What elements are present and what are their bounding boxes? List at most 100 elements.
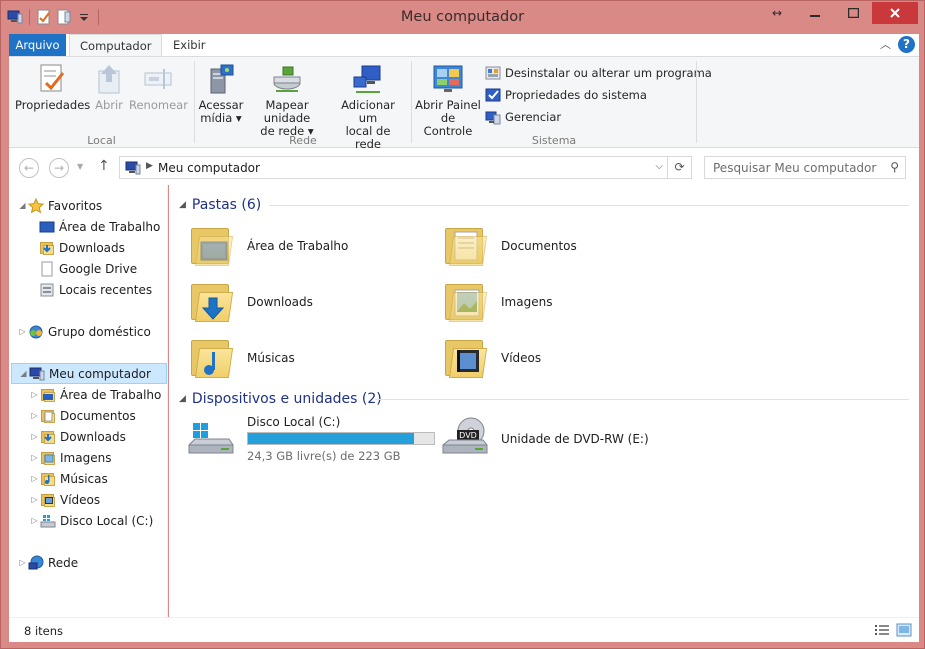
collapsed-arrow-icon[interactable]: ▷ [29,432,40,441]
group-divider [696,61,697,143]
up-arrow-icon[interactable]: ↑ [98,158,110,174]
folder-videos[interactable]: Vídeos [441,332,541,384]
drive-usage-fill [248,433,414,444]
expanded-arrow-icon[interactable]: ◢ [17,201,28,210]
details-view-icon[interactable] [874,623,890,637]
computer-icon [29,366,45,382]
search-input[interactable]: Pesquisar Meu computador ⚲ [704,156,906,179]
open-control-panel-button[interactable]: Abrir Painel de Controle [415,63,481,138]
folder-downloads[interactable]: Downloads [187,276,313,328]
recent-places-icon [39,282,55,298]
devices-group-header[interactable]: ◢ Dispositivos e unidades (2) [179,391,382,407]
drive-usage-bar [247,432,435,445]
network-location-icon [352,63,384,95]
ribbon: Propriedades Abrir Renomear Local Acessa… [9,56,919,151]
folders-group-header[interactable]: ◢ Pastas (6) [179,197,261,213]
nav-computer-videos[interactable]: ▷ Vídeos [29,489,187,510]
close-button[interactable] [872,2,918,24]
breadcrumb[interactable]: Meu computador [158,161,260,175]
properties-icon [36,63,68,95]
tab-view[interactable]: Exibir [163,34,216,56]
nav-computer[interactable]: ◢ Meu computador [11,363,167,384]
nav-computer-music[interactable]: ▷ Músicas [29,468,187,489]
collapsed-arrow-icon[interactable]: ▷ [29,495,40,504]
search-placeholder: Pesquisar Meu computador [713,161,877,175]
forward-button[interactable]: → [49,158,69,178]
desktop-icon [39,219,55,235]
refresh-button[interactable]: ⟳ [667,157,691,178]
group-label-network: Rede [289,134,317,147]
documents-folder-icon [441,222,489,270]
collapsed-arrow-icon[interactable]: ▷ [17,558,28,567]
music-folder-icon [40,471,56,487]
nav-homegroup[interactable]: ▷ Grupo doméstico [17,321,175,342]
large-icons-view-icon[interactable] [896,623,912,637]
content-pane: ◢ Pastas (6) Área de Trabalho Documentos [169,185,919,617]
group-label-local: Local [87,134,116,147]
address-bar[interactable]: ▶ Meu computador ⌵ ⟳ [119,156,692,179]
status-bar: 8 itens [9,617,919,642]
breadcrumb-chevron-icon[interactable]: ▶ [146,161,153,171]
explorer-window: Meu computador ↔ Arquivo Computador Exib… [0,0,925,649]
recent-locations-icon[interactable]: ▼ [77,162,83,171]
tab-computer[interactable]: Computador [69,34,163,57]
collapsed-arrow-icon[interactable]: ▷ [29,390,40,399]
collapsed-arrow-icon[interactable]: ▷ [17,327,28,336]
rename-button[interactable]: Renomear [129,63,188,112]
map-network-drive-button[interactable]: Mapear unidade de rede ▾ [245,63,329,138]
nav-computer-local-disk[interactable]: ▷ Disco Local (C:) [29,510,187,531]
ribbon-tabs: Arquivo Computador Exibir ︿ ? [9,34,919,57]
programs-icon [485,65,501,81]
tab-file[interactable]: Arquivo [9,34,66,56]
manage-button[interactable]: Gerenciar [485,108,561,126]
collapsed-arrow-icon[interactable]: ▷ [29,411,40,420]
back-button[interactable]: ← [19,158,39,178]
collapsed-arrow-icon[interactable]: ▷ [29,516,40,525]
folder-music[interactable]: Músicas [187,332,295,384]
search-icon[interactable]: ⚲ [890,160,899,174]
homegroup-icon [28,324,44,340]
chevron-down-icon[interactable]: ⌵ [655,161,663,172]
collapsed-arrow-icon[interactable]: ▷ [29,474,40,483]
nav-favorites[interactable]: ◢ Favoritos [17,195,175,216]
drive-local-c[interactable]: Disco Local (C:) 24,3 GB livre(s) de 223… [187,413,435,465]
maximize-button[interactable] [834,2,872,24]
hard-drive-icon [187,415,235,463]
nav-computer-documents[interactable]: ▷ Documentos [29,405,187,426]
computer-management-icon [485,109,501,125]
expanded-arrow-icon[interactable]: ◢ [179,200,186,210]
group-divider [194,61,195,143]
nav-computer-pictures[interactable]: ▷ Imagens [29,447,187,468]
expanded-arrow-icon[interactable]: ◢ [179,394,186,404]
title-bar[interactable]: Meu computador ↔ [1,1,924,33]
network-drive-icon [271,63,303,95]
folder-desktop[interactable]: Área de Trabalho [187,220,348,272]
expanded-arrow-icon[interactable]: ◢ [18,369,29,378]
open-button[interactable]: Abrir [91,63,127,112]
uninstall-program-button[interactable]: Desinstalar ou alterar um programa [485,64,712,82]
pictures-folder-icon [441,278,489,326]
open-icon [93,63,125,95]
collapse-ribbon-icon[interactable]: ︿ [880,36,891,52]
dvd-badge: DVD [459,431,477,440]
drive-dvd-e[interactable]: DVD Unidade de DVD-RW (E:) [441,413,649,465]
computer-icon [125,160,141,176]
resize-icon[interactable]: ↔ [758,2,796,24]
properties-button[interactable]: Propriedades [15,63,90,112]
help-icon[interactable]: ? [898,36,915,53]
videos-folder-icon [40,492,56,508]
folder-pictures[interactable]: Imagens [441,276,552,328]
dvd-drive-icon: DVD [441,415,489,463]
minimize-button[interactable] [796,2,834,24]
nav-computer-downloads[interactable]: ▷ Downloads [29,426,187,447]
document-icon [39,261,55,277]
folder-documents[interactable]: Documentos [441,220,577,272]
system-properties-button[interactable]: Propriedades do sistema [485,86,647,104]
control-panel-icon [432,63,464,95]
nav-network[interactable]: ▷ Rede [17,552,175,573]
pictures-folder-icon [40,450,56,466]
nav-computer-desktop[interactable]: ▷ Área de Trabalho [29,384,187,405]
access-media-button[interactable]: Acessar mídia ▾ [198,63,244,125]
collapsed-arrow-icon[interactable]: ▷ [29,453,40,462]
section-divider [269,205,909,206]
